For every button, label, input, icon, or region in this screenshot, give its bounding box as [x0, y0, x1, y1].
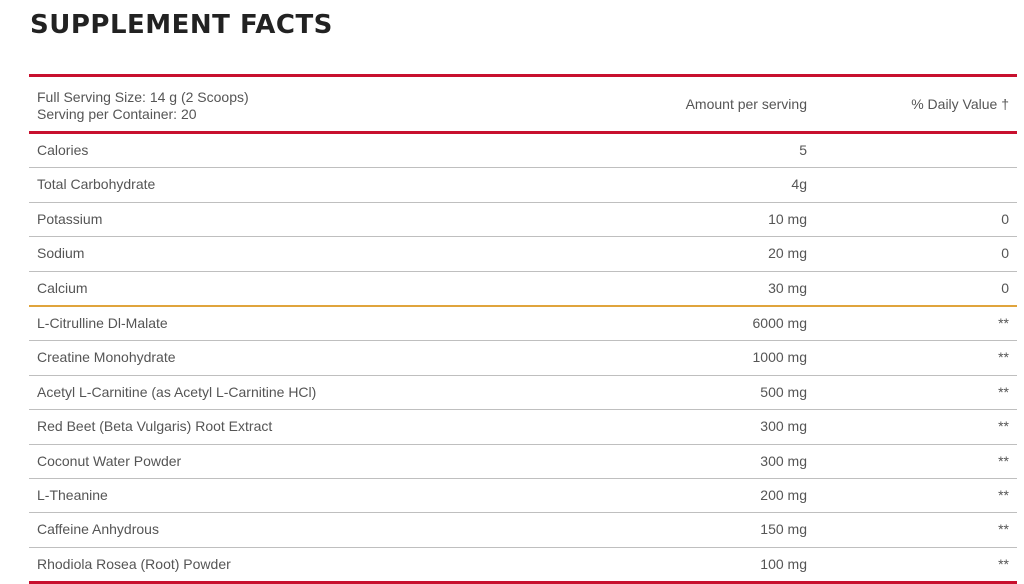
daily-value-header: % Daily Value † — [911, 96, 1009, 112]
ingredient-name: Creatine Monohydrate — [37, 349, 176, 366]
ingredient-daily-value: ** — [998, 314, 1009, 331]
table-row: Coconut Water Powder 300 mg ** — [29, 445, 1017, 479]
page-title: SUPPLEMENT FACTS — [30, 10, 333, 40]
ingredient-amount: 150 mg — [760, 521, 807, 538]
table-row: Creatine Monohydrate 1000 mg ** — [29, 341, 1017, 376]
serving-info: Full Serving Size: 14 g (2 Scoops) Servi… — [37, 89, 249, 123]
table-row: Potassium 10 mg 0 — [29, 203, 1017, 238]
nutrient-daily-value: 0 — [1001, 210, 1009, 227]
ingredient-daily-value: ** — [998, 555, 1009, 572]
ingredient-name: L-Theanine — [37, 486, 108, 503]
table-row: Rhodiola Rosea (Root) Powder 100 mg ** — [29, 548, 1017, 584]
ingredient-name: Caffeine Anhydrous — [37, 521, 159, 538]
servings-per-container: Serving per Container: 20 — [37, 106, 197, 122]
nutrient-daily-value: 0 — [1001, 245, 1009, 262]
ingredient-amount: 200 mg — [760, 486, 807, 503]
table-header: Full Serving Size: 14 g (2 Scoops) Servi… — [29, 77, 1017, 134]
table-row: Sodium 20 mg 0 — [29, 237, 1017, 272]
table-row: Calories 5 — [29, 134, 1017, 169]
table-row: L-Citrulline Dl-Malate 6000 mg ** — [29, 307, 1017, 342]
ingredient-amount: 100 mg — [760, 555, 807, 572]
nutrient-name: Potassium — [37, 210, 103, 227]
nutrient-name: Calories — [37, 142, 89, 158]
nutrient-amount: 4g — [791, 176, 807, 193]
ingredient-name: Coconut Water Powder — [37, 452, 182, 469]
table-row: Total Carbohydrate 4g — [29, 168, 1017, 203]
table-row: Acetyl L-Carnitine (as Acetyl L-Carnitin… — [29, 376, 1017, 411]
ingredient-amount: 500 mg — [760, 383, 807, 400]
ingredient-daily-value: ** — [998, 486, 1009, 503]
ingredient-name: Rhodiola Rosea (Root) Powder — [37, 555, 231, 572]
nutrient-amount: 5 — [799, 142, 807, 158]
ingredient-daily-value: ** — [998, 452, 1009, 469]
ingredient-daily-value: ** — [998, 383, 1009, 400]
ingredient-name: Red Beet (Beta Vulgaris) Root Extract — [37, 418, 273, 435]
nutrient-amount: 30 mg — [768, 279, 807, 296]
nutrient-amount: 10 mg — [768, 210, 807, 227]
ingredient-daily-value: ** — [998, 521, 1009, 538]
ingredient-amount: 1000 mg — [752, 349, 807, 366]
table-row: Red Beet (Beta Vulgaris) Root Extract 30… — [29, 410, 1017, 445]
ingredient-amount: 6000 mg — [752, 314, 807, 331]
ingredient-daily-value: ** — [998, 349, 1009, 366]
serving-size: Full Serving Size: 14 g (2 Scoops) — [37, 89, 249, 105]
amount-per-serving-header: Amount per serving — [685, 96, 807, 112]
nutrient-name: Calcium — [37, 279, 88, 296]
nutrient-daily-value: 0 — [1001, 279, 1009, 296]
nutrient-name: Total Carbohydrate — [37, 176, 156, 193]
nutrient-name: Sodium — [37, 245, 85, 262]
ingredient-name: L-Citrulline Dl-Malate — [37, 314, 168, 331]
supplement-facts-table: Full Serving Size: 14 g (2 Scoops) Servi… — [29, 74, 1017, 584]
ingredient-daily-value: ** — [998, 418, 1009, 435]
ingredient-amount: 300 mg — [760, 452, 807, 469]
ingredient-amount: 300 mg — [760, 418, 807, 435]
table-row: Caffeine Anhydrous 150 mg ** — [29, 513, 1017, 548]
ingredient-name: Acetyl L-Carnitine (as Acetyl L-Carnitin… — [37, 383, 317, 400]
nutrient-amount: 20 mg — [768, 245, 807, 262]
table-row: L-Theanine 200 mg ** — [29, 479, 1017, 514]
table-row: Calcium 30 mg 0 — [29, 272, 1017, 307]
